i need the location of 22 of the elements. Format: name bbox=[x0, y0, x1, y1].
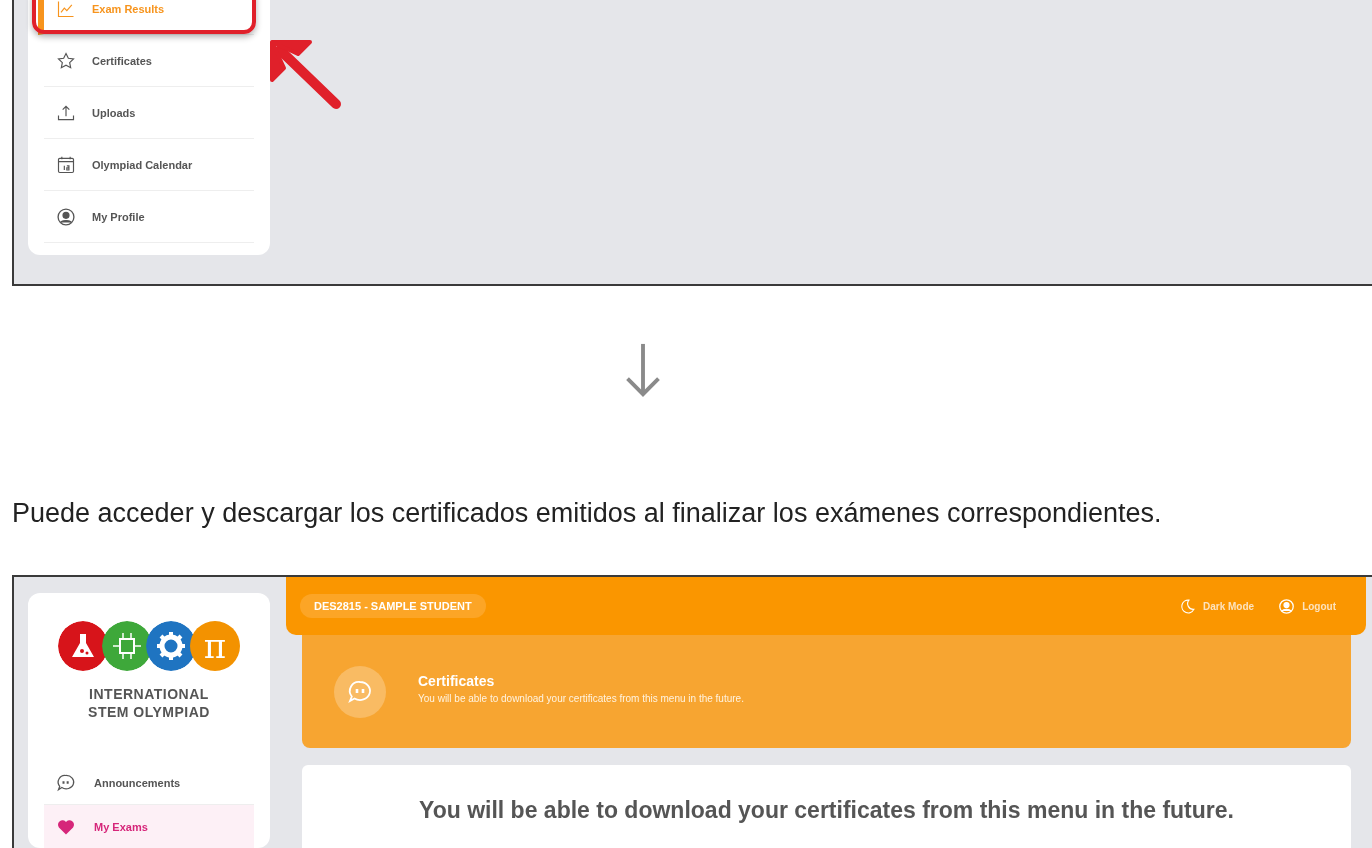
sidebar-item[interactable]: My Exams bbox=[44, 805, 254, 848]
user-badge: DES2815 - SAMPLE STUDENT bbox=[300, 594, 486, 618]
calendar-icon bbox=[56, 154, 76, 175]
info-message: You will be able to download your certificates from this menu in the future. bbox=[418, 797, 1235, 824]
speech-bubble-icon bbox=[334, 665, 386, 718]
sidebar-item[interactable]: Olympiad Calendar bbox=[44, 139, 254, 191]
sidebar-item[interactable]: Certificates bbox=[44, 35, 254, 87]
heart-icon bbox=[56, 817, 76, 837]
caption-text: Puede acceder y descargar los certificados emitidos al finalizar los exámenes correspondientes. bbox=[12, 498, 1163, 529]
moon-icon bbox=[1179, 597, 1196, 615]
speech-bubble-icon bbox=[56, 772, 76, 793]
organization-name: STEM OLYMPIAD bbox=[88, 703, 210, 721]
sidebar-item[interactable]: My Profile bbox=[44, 191, 254, 243]
pi-symbol: π bbox=[190, 621, 240, 671]
line-chart-icon bbox=[56, 0, 76, 19]
banner-subtitle: You will be able to download your certificates from this menu in the future. bbox=[418, 693, 744, 704]
user-icon bbox=[1278, 597, 1296, 615]
banner-title: Certificates bbox=[418, 673, 496, 689]
user-icon bbox=[56, 206, 76, 227]
star-icon bbox=[56, 50, 76, 71]
sidebar-item[interactable]: Uploads bbox=[44, 87, 254, 139]
organization-name: INTERNATIONAL bbox=[89, 685, 209, 703]
